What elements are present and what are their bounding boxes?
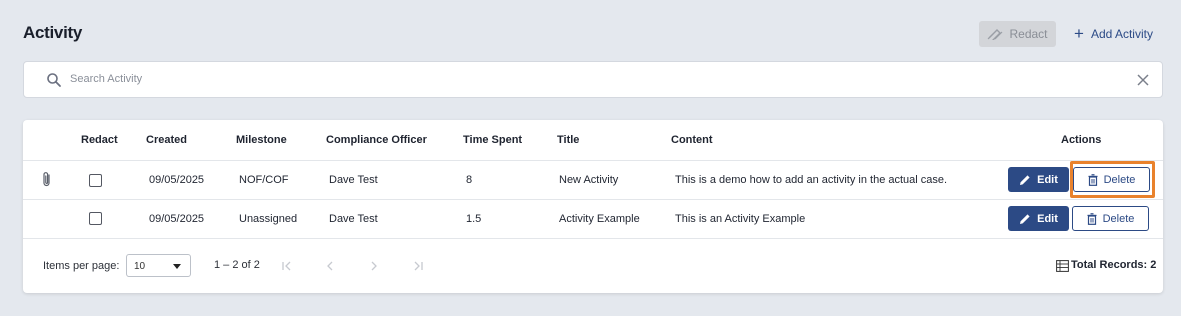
edit-button[interactable]: Edit	[1008, 206, 1069, 231]
pencil-icon	[1020, 213, 1030, 224]
list-icon	[1056, 260, 1069, 272]
page-title: Activity	[23, 23, 83, 42]
redact-checkbox[interactable]	[89, 174, 102, 187]
redact-button[interactable]: Redact	[979, 21, 1056, 47]
pencil-icon	[1020, 174, 1030, 185]
cell-milestone: NOF/COF	[239, 174, 289, 186]
cell-created: 09/05/2025	[149, 213, 205, 225]
next-page-icon[interactable]	[368, 260, 380, 272]
activity-table: Redact Created Milestone Compliance Offi…	[23, 120, 1163, 293]
column-header-content[interactable]: Content	[671, 134, 713, 146]
pagination-range: 1 – 2 of 2	[214, 259, 260, 271]
close-icon[interactable]	[1136, 73, 1150, 87]
redact-checkbox[interactable]	[89, 212, 102, 225]
first-page-icon[interactable]	[281, 260, 293, 272]
edit-button-label: Edit	[1037, 173, 1058, 186]
redact-button-label: Redact	[1009, 27, 1048, 41]
items-per-page-value: 10	[134, 261, 146, 272]
previous-page-icon[interactable]	[324, 260, 336, 272]
divider	[23, 238, 1163, 239]
column-header-title[interactable]: Title	[557, 134, 579, 146]
cell-title: Activity Example	[559, 213, 640, 225]
cell-compliance-officer: Dave Test	[329, 174, 378, 186]
cell-created: 09/05/2025	[149, 174, 205, 186]
edit-button[interactable]: Edit	[1008, 167, 1069, 192]
last-page-icon[interactable]	[412, 260, 424, 272]
caret-down-icon	[173, 264, 181, 269]
delete-button[interactable]: Delete	[1073, 167, 1150, 192]
delete-button-label: Delete	[1103, 173, 1136, 186]
trash-icon	[1087, 212, 1097, 225]
divider	[23, 160, 1163, 161]
edit-button-label: Edit	[1037, 212, 1058, 225]
search-bar[interactable]: Search Activity	[23, 61, 1163, 98]
column-header-time-spent[interactable]: Time Spent	[463, 134, 522, 146]
delete-button[interactable]: Delete	[1072, 206, 1149, 231]
delete-button-label: Delete	[1102, 212, 1135, 225]
search-icon	[47, 73, 61, 87]
cell-time-spent: 8	[466, 174, 473, 186]
items-per-page-label: Items per page:	[43, 260, 120, 272]
total-records: Total Records: 2	[1071, 259, 1157, 271]
cell-time-spent: 1.5	[466, 213, 482, 225]
column-header-compliance-officer[interactable]: Compliance Officer	[326, 134, 427, 146]
cell-compliance-officer: Dave Test	[329, 213, 378, 225]
redact-icon	[988, 29, 1003, 40]
page-header: Activity Redact + Add Activity	[23, 18, 1158, 48]
cell-content: This is a demo how to add an activity in…	[675, 174, 948, 186]
add-activity-button[interactable]: + Add Activity	[1074, 21, 1153, 47]
plus-icon: +	[1074, 23, 1084, 43]
add-activity-label: Add Activity	[1090, 27, 1153, 41]
column-header-milestone[interactable]: Milestone	[236, 134, 287, 146]
column-header-redact[interactable]: Redact	[81, 134, 118, 146]
paperclip-icon[interactable]	[41, 171, 53, 188]
column-header-created[interactable]: Created	[146, 134, 187, 146]
trash-icon	[1088, 173, 1098, 186]
cell-title: New Activity	[559, 174, 619, 186]
items-per-page-select[interactable]: 10	[126, 254, 191, 277]
cell-content: This is an Activity Example	[675, 213, 806, 225]
cell-milestone: Unassigned	[239, 213, 298, 225]
column-header-actions: Actions	[1061, 134, 1102, 146]
search-input[interactable]: Search Activity	[70, 73, 142, 85]
divider	[23, 199, 1163, 200]
